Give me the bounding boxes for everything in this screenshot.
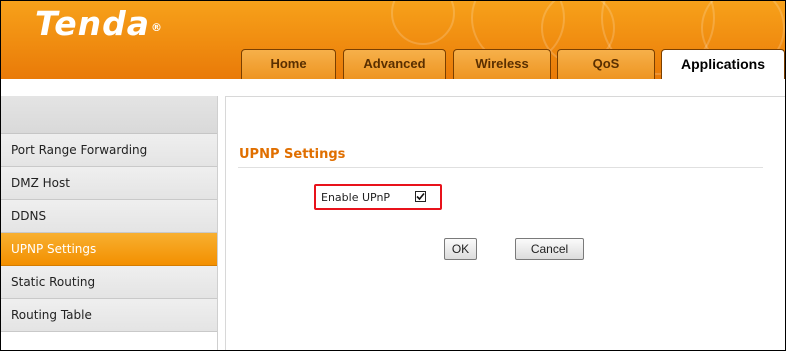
sidebar-item-routing-table[interactable]: Routing Table (1, 299, 217, 332)
tab-applications[interactable]: Applications (661, 49, 785, 79)
sidebar-item-port-range-forwarding[interactable]: Port Range Forwarding (1, 134, 217, 167)
enable-upnp-label: Enable UPnP (321, 191, 391, 204)
checkmark-icon (416, 192, 425, 201)
tab-wireless[interactable]: Wireless (453, 49, 551, 79)
router-admin-window: Tenda® Home Advanced Wireless QoS Applic… (0, 0, 786, 351)
logo-text: Tenda (35, 4, 151, 43)
sidebar-item-upnp-settings[interactable]: UPNP Settings (1, 233, 217, 266)
tab-home[interactable]: Home (241, 49, 336, 79)
tab-qos[interactable]: QoS (557, 49, 655, 79)
ok-button[interactable]: OK (444, 238, 477, 260)
sidebar-item-dmz-host[interactable]: DMZ Host (1, 167, 217, 200)
sidebar-menu: Port Range Forwarding DMZ Host DDNS UPNP… (1, 96, 217, 350)
decorative-bubble (391, 1, 455, 45)
sidebar-item-static-routing[interactable]: Static Routing (1, 266, 217, 299)
enable-upnp-checkbox[interactable] (415, 191, 426, 202)
cancel-button[interactable]: Cancel (515, 238, 584, 260)
title-divider (238, 167, 763, 168)
registered-mark: ® (151, 21, 164, 34)
content-panel: UPNP Settings Enable UPnP OK Cancel (225, 96, 785, 350)
sidebar-header (1, 96, 217, 134)
main-nav-tabs: Home Advanced Wireless QoS Applications (1, 49, 785, 79)
page-title: UPNP Settings (239, 147, 346, 162)
header-banner: Tenda® Home Advanced Wireless QoS Applic… (1, 1, 785, 79)
tenda-logo: Tenda® (35, 4, 162, 44)
enable-upnp-highlight: Enable UPnP (314, 184, 442, 210)
sidebar-divider (217, 96, 218, 350)
sidebar-item-ddns[interactable]: DDNS (1, 200, 217, 233)
tab-advanced[interactable]: Advanced (343, 49, 446, 79)
